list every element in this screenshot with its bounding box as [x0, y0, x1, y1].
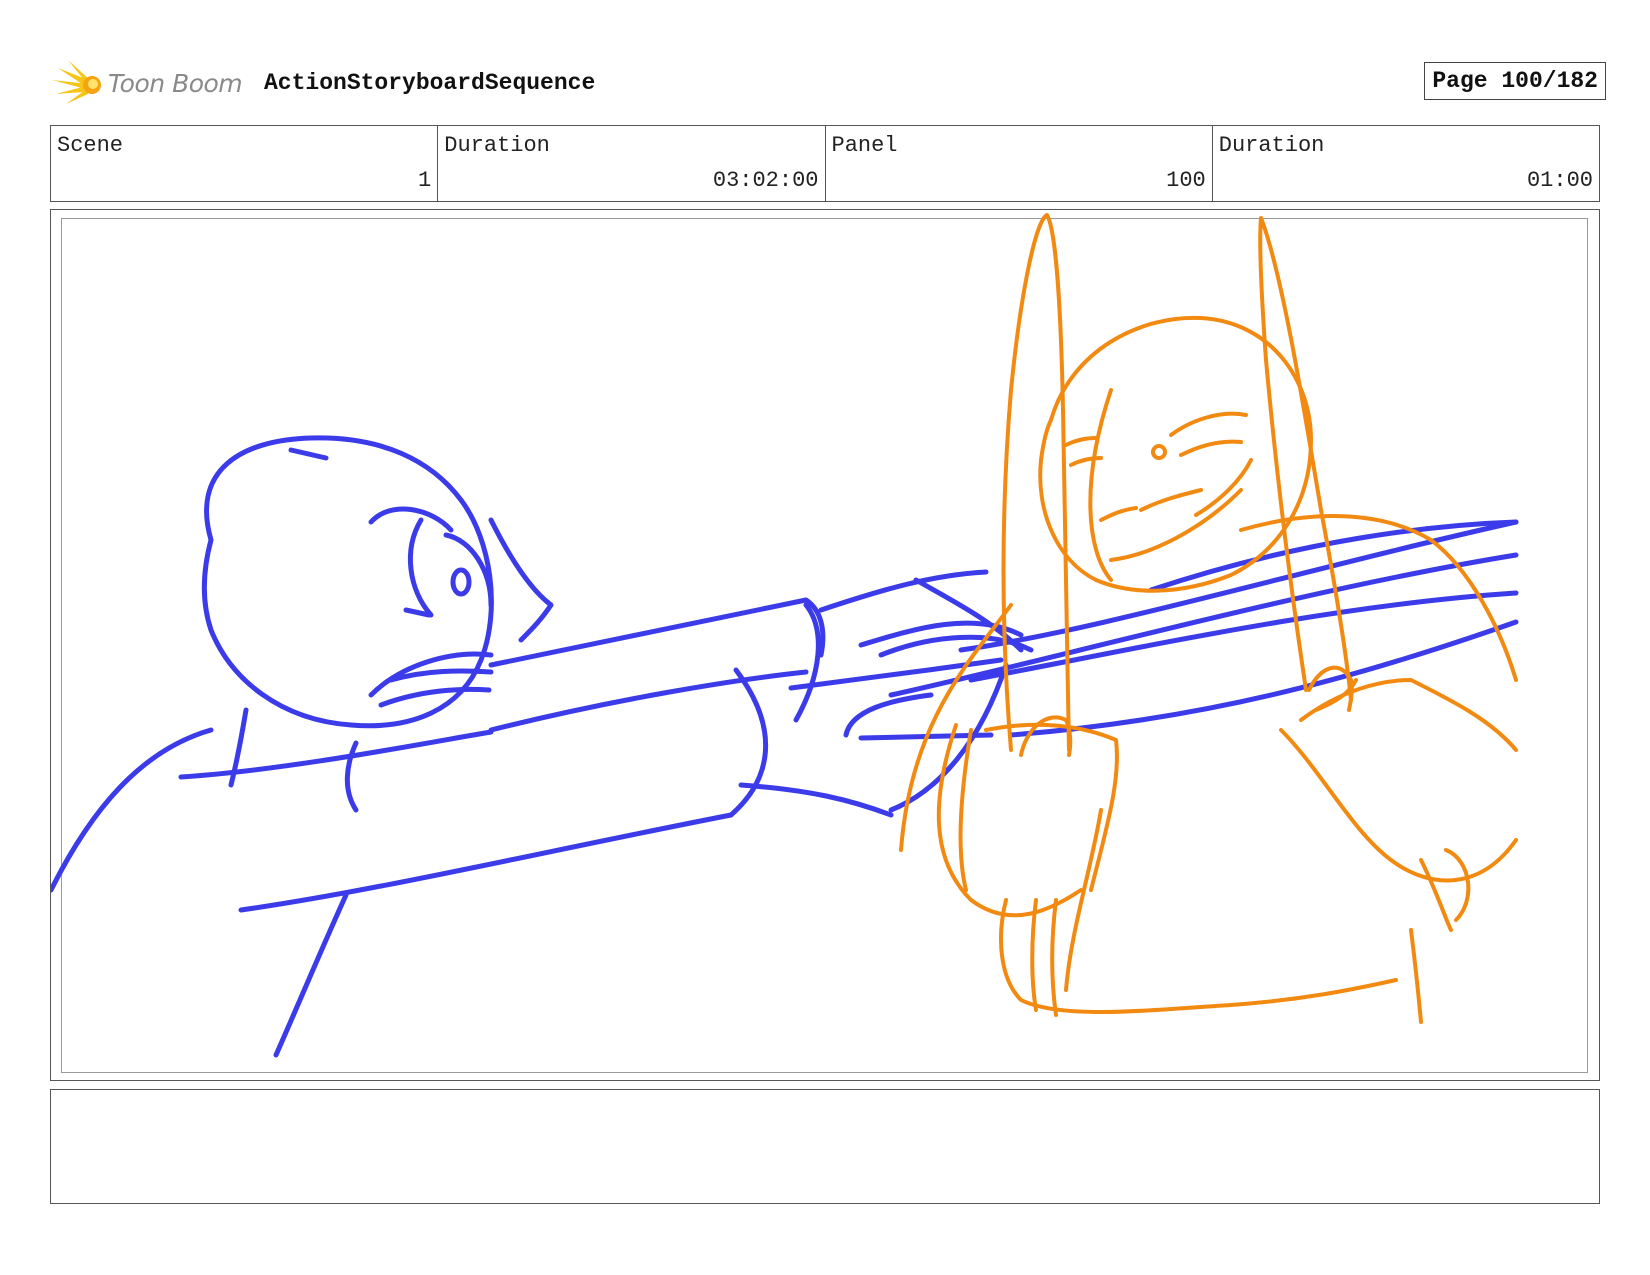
toon-boom-logo: Toon Boom: [52, 58, 252, 112]
scene-duration-value: 03:02:00: [712, 168, 819, 193]
page-indicator: Page 100/182: [1424, 62, 1606, 100]
sequence-title: ActionStoryboardSequence: [264, 70, 596, 96]
star-burst-icon: [52, 60, 101, 104]
scene-duration-label: Duration: [444, 133, 550, 158]
page-header: Toon Boom ActionStoryboardSequence Page …: [52, 58, 1606, 112]
logo-text: Toon Boom: [108, 69, 243, 98]
panel-duration-cell: Duration 01:00: [1213, 126, 1599, 201]
orange-antenna-right: [1258, 216, 1353, 702]
scene-cell: Scene 1: [51, 126, 439, 201]
blue-head: [201, 435, 494, 729]
panel-sketch: [51, 213, 1519, 1058]
panel-value: 100: [1166, 168, 1206, 193]
scene-label: Scene: [57, 133, 124, 158]
storyboard-panel: [50, 209, 1600, 1081]
scene-value: 1: [418, 168, 432, 193]
panel-notes-box: [50, 1089, 1600, 1204]
scene-info-table: Scene 1 Duration 03:02:00 Panel 100 Dura…: [50, 125, 1600, 202]
scene-duration-cell: Duration 03:02:00: [438, 126, 826, 201]
panel-duration-value: 01:00: [1526, 168, 1593, 193]
panel-cell: Panel 100: [826, 126, 1213, 201]
panel-label: Panel: [831, 133, 898, 158]
orange-head: [1038, 315, 1313, 593]
panel-duration-label: Duration: [1218, 133, 1325, 158]
